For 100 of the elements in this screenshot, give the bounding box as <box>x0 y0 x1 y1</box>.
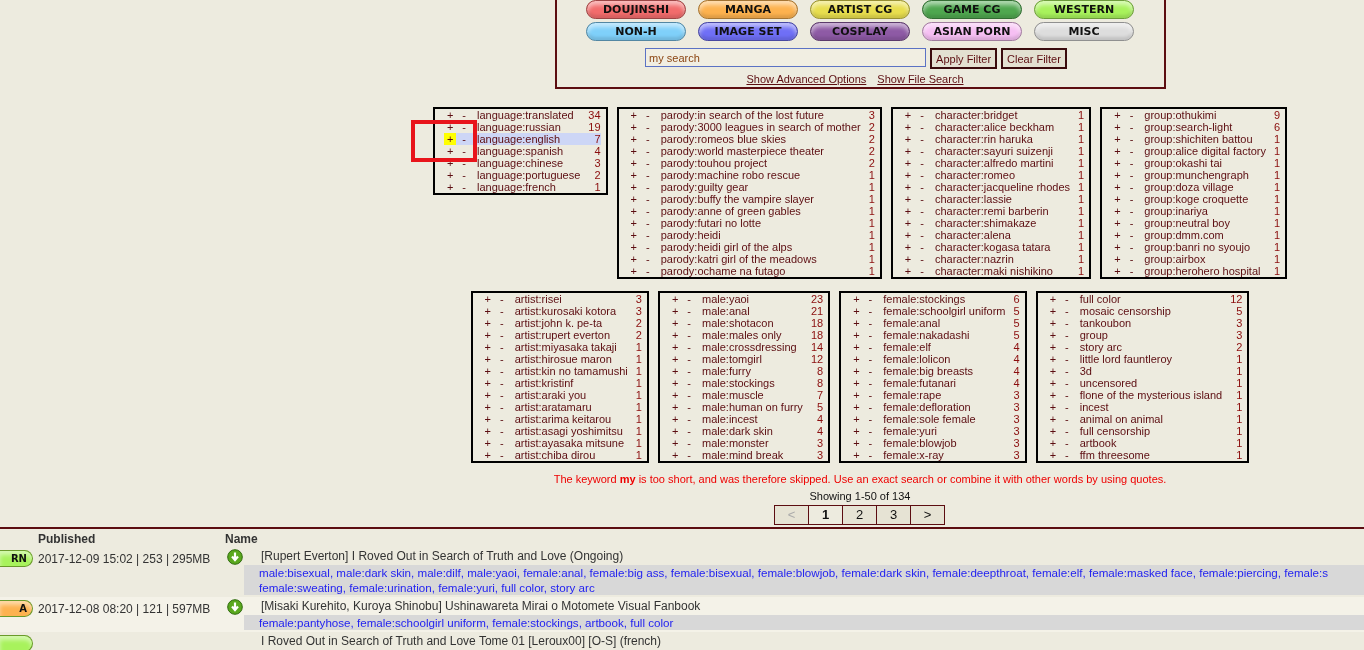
exclude-tag-button[interactable]: - <box>914 205 935 217</box>
add-tag-button[interactable]: + <box>844 305 863 317</box>
tag-link[interactable]: male:incest <box>702 413 803 425</box>
add-tag-button[interactable]: + <box>1040 437 1060 449</box>
tag-link[interactable]: parody:world masterpiece theater <box>660 145 861 157</box>
tag-link[interactable]: full censorship <box>1079 425 1223 437</box>
add-tag-button[interactable]: + <box>621 265 641 277</box>
exclude-tag-button[interactable]: - <box>456 157 477 169</box>
add-tag-button[interactable]: + <box>662 329 682 341</box>
tag-link[interactable]: character:bridget <box>934 109 1071 121</box>
tag-link[interactable]: artist:kurosaki kotora <box>514 305 628 317</box>
tag-link[interactable]: character:maki nishikino <box>934 265 1071 277</box>
tag-link[interactable]: group:alice digital factory <box>1144 145 1266 157</box>
tag-link[interactable]: character:alfredo martini <box>934 157 1071 169</box>
add-tag-button[interactable]: + <box>662 401 682 413</box>
tag-link[interactable]: language:portuguese <box>477 169 581 181</box>
tag-link[interactable]: group <box>1079 329 1223 341</box>
add-tag-button[interactable]: + <box>844 353 863 365</box>
exclude-tag-button[interactable]: - <box>914 253 935 265</box>
exclude-tag-button[interactable]: - <box>862 389 884 401</box>
exclude-tag-button[interactable]: - <box>681 293 702 305</box>
exclude-tag-button[interactable]: - <box>640 157 661 169</box>
exclude-tag-button[interactable]: - <box>1123 241 1145 253</box>
add-tag-button[interactable]: + <box>1105 265 1124 277</box>
tag-link[interactable]: male:anal <box>702 305 803 317</box>
gallery-title[interactable]: [Misaki Kurehito, Kuroya Shinobu] Ushinawareta Mirai o Motomete Visual Fanbook <box>246 599 1364 615</box>
category-button[interactable]: IMAGE SET <box>698 22 798 41</box>
option-link[interactable]: Show File Search <box>877 73 964 85</box>
exclude-tag-button[interactable]: - <box>681 329 702 341</box>
exclude-tag-button[interactable]: - <box>1123 121 1145 133</box>
exclude-tag-button[interactable]: - <box>640 229 661 241</box>
column-header[interactable]: Name <box>225 531 1364 546</box>
tag-link[interactable]: group:inariya <box>1144 205 1266 217</box>
add-tag-button[interactable]: + <box>475 425 494 437</box>
category-button[interactable]: MANGA <box>698 0 798 19</box>
search-field[interactable]: my search <box>645 48 927 67</box>
page-button[interactable]: 3 <box>876 505 911 525</box>
add-tag-button[interactable]: + <box>844 341 863 353</box>
tag-link[interactable]: parody:katri girl of the meadows <box>660 253 861 265</box>
exclude-tag-button[interactable]: - <box>493 413 515 425</box>
tag-link[interactable]: male:tomgirl <box>702 353 803 365</box>
add-tag-button[interactable]: + <box>662 425 682 437</box>
exclude-tag-button[interactable]: - <box>1059 317 1080 329</box>
exclude-tag-button[interactable]: - <box>681 341 702 353</box>
tag-link[interactable]: artist:john k. pe-ta <box>514 317 628 329</box>
add-tag-button[interactable]: + <box>1105 229 1124 241</box>
exclude-tag-button[interactable]: - <box>493 425 515 437</box>
tag-link[interactable]: group:koge croquette <box>1144 193 1266 205</box>
exclude-tag-button[interactable]: - <box>493 401 515 413</box>
tag-link[interactable]: mosaic censorship <box>1079 305 1223 317</box>
add-tag-button[interactable]: + <box>437 121 457 133</box>
page-button[interactable]: > <box>910 505 945 525</box>
exclude-tag-button[interactable]: - <box>914 229 935 241</box>
exclude-tag-button[interactable]: - <box>493 377 515 389</box>
add-tag-button[interactable]: + <box>895 109 915 121</box>
tag-link[interactable]: parody:in search of the lost future <box>660 109 861 121</box>
tag-link[interactable]: group:search-light <box>1144 121 1266 133</box>
exclude-tag-button[interactable]: - <box>1123 265 1145 277</box>
exclude-tag-button[interactable]: - <box>681 317 702 329</box>
add-tag-button[interactable]: + <box>621 217 641 229</box>
add-tag-button[interactable]: + <box>895 181 915 193</box>
add-tag-button[interactable]: + <box>662 317 682 329</box>
exclude-tag-button[interactable]: - <box>456 145 477 157</box>
add-tag-button[interactable]: + <box>1040 293 1060 305</box>
tag-link[interactable]: group:airbox <box>1144 253 1266 265</box>
tag-link[interactable]: tankoubon <box>1079 317 1223 329</box>
page-button[interactable]: 2 <box>842 505 877 525</box>
exclude-tag-button[interactable]: - <box>681 353 702 365</box>
tag-link[interactable]: little lord fauntleroy <box>1079 353 1223 365</box>
exclude-tag-button[interactable]: - <box>493 389 515 401</box>
exclude-tag-button[interactable]: - <box>1123 181 1145 193</box>
exclude-tag-button[interactable]: - <box>862 305 884 317</box>
gallery-title[interactable]: [Rupert Everton] I Roved Out in Search of Truth and Love (Ongoing) <box>246 549 1364 565</box>
tag-link[interactable]: character:romeo <box>934 169 1071 181</box>
tag-link[interactable]: artist:rupert everton <box>514 329 628 341</box>
tag-link[interactable]: parody:ochame na futago <box>660 265 861 277</box>
add-tag-button[interactable]: + <box>621 121 641 133</box>
category-button[interactable]: COSPLAY <box>810 22 910 41</box>
tag-link[interactable]: parody:futari no lotte <box>660 217 861 229</box>
exclude-tag-button[interactable]: - <box>862 341 884 353</box>
exclude-tag-button[interactable]: - <box>640 217 661 229</box>
add-tag-button[interactable]: + <box>437 169 457 181</box>
add-tag-button[interactable]: + <box>844 437 863 449</box>
exclude-tag-button[interactable]: - <box>1123 169 1145 181</box>
add-tag-button[interactable]: + <box>895 145 915 157</box>
add-tag-button[interactable]: + <box>1040 389 1060 401</box>
exclude-tag-button[interactable]: - <box>681 425 702 437</box>
add-tag-button[interactable]: + <box>621 169 641 181</box>
add-tag-button[interactable]: + <box>1105 181 1124 193</box>
tag-link[interactable]: ffm threesome <box>1079 449 1223 461</box>
add-tag-button[interactable]: + <box>895 133 915 145</box>
tag-link[interactable]: character:alena <box>934 229 1071 241</box>
exclude-tag-button[interactable]: - <box>914 121 935 133</box>
add-tag-button[interactable]: + <box>1040 353 1060 365</box>
add-tag-button[interactable]: + <box>475 389 494 401</box>
add-tag-button[interactable]: + <box>1105 157 1124 169</box>
exclude-tag-button[interactable]: - <box>640 205 661 217</box>
exclude-tag-button[interactable]: - <box>862 293 884 305</box>
exclude-tag-button[interactable]: - <box>862 353 884 365</box>
add-tag-button[interactable]: + <box>662 377 682 389</box>
